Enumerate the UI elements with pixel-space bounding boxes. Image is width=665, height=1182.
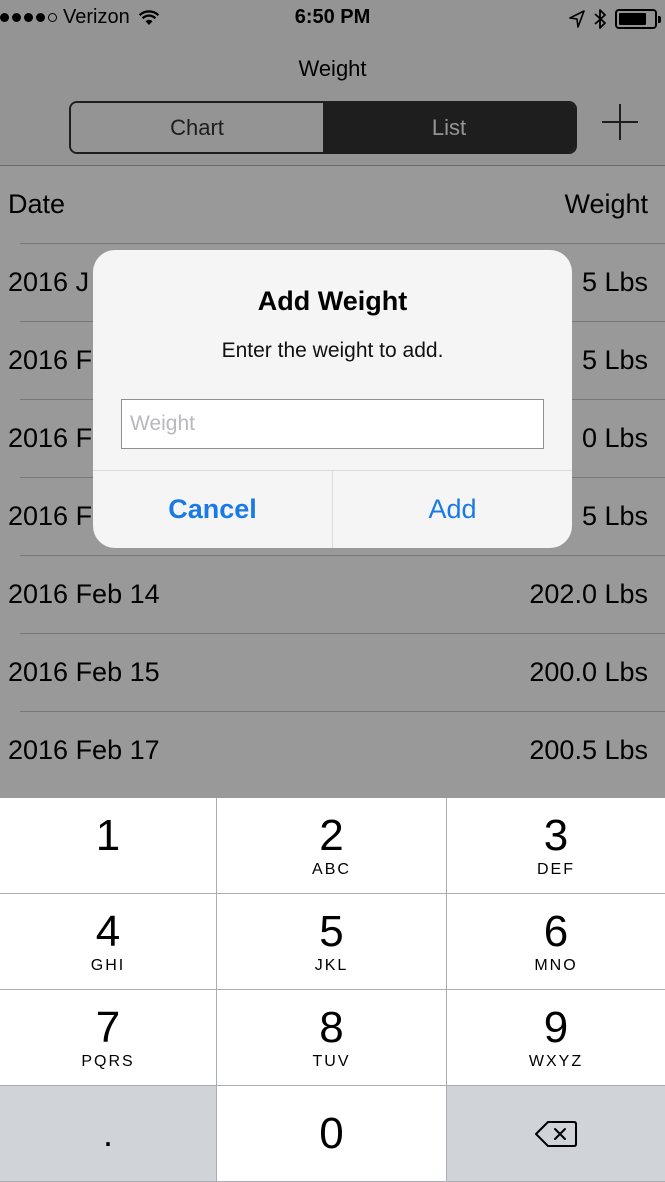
- key-5[interactable]: 5 JKL: [217, 894, 447, 990]
- key-letters: JKL: [314, 956, 349, 974]
- key-letters: WXYZ: [528, 1052, 584, 1070]
- key-number: .: [102, 1112, 113, 1154]
- dialog-title: Add Weight: [257, 286, 408, 316]
- key-9[interactable]: 9 WXYZ: [447, 990, 665, 1086]
- backspace-key[interactable]: [447, 1086, 665, 1182]
- key-number: 3: [543, 810, 569, 860]
- key-6[interactable]: 6 MNO: [447, 894, 665, 990]
- key-number: 6: [543, 906, 569, 956]
- key-number: 1: [95, 810, 121, 860]
- key-0[interactable]: 0: [217, 1086, 447, 1182]
- backspace-icon: [535, 1120, 577, 1147]
- key-number: 7: [95, 1002, 121, 1052]
- key-letters: ABC: [312, 860, 351, 878]
- dialog-message: Enter the weight to add.: [221, 339, 444, 362]
- key-number: 5: [319, 906, 344, 956]
- dialog-buttons: Cancel Add: [93, 470, 572, 548]
- key-letters: GHI: [90, 956, 126, 974]
- key-letters: DEF: [537, 860, 575, 878]
- key-letters: TUV: [312, 1052, 351, 1070]
- add-button[interactable]: Add: [333, 471, 572, 548]
- weight-input[interactable]: [121, 399, 544, 449]
- key-2[interactable]: 2 ABC: [217, 798, 447, 894]
- numeric-keypad: 1 2 ABC 3 DEF 4 GHI 5 JKL 6 MNO 7 PQRS 8…: [0, 798, 665, 1182]
- key-number: 0: [319, 1108, 344, 1158]
- key-number: 9: [543, 1002, 569, 1052]
- key-7[interactable]: 7 PQRS: [0, 990, 217, 1086]
- key-1[interactable]: 1: [0, 798, 217, 894]
- key-number: 4: [95, 906, 121, 956]
- key-number: 8: [319, 1002, 344, 1052]
- key-number: 2: [319, 810, 344, 860]
- key-letters: PQRS: [81, 1052, 135, 1070]
- key-4[interactable]: 4 GHI: [0, 894, 217, 990]
- key-8[interactable]: 8 TUV: [217, 990, 447, 1086]
- key-3[interactable]: 3 DEF: [447, 798, 665, 894]
- add-weight-dialog: Add Weight Enter the weight to add. Canc…: [93, 250, 572, 548]
- key-letters: MNO: [534, 956, 578, 974]
- key-decimal[interactable]: .: [0, 1086, 217, 1182]
- cancel-button[interactable]: Cancel: [93, 471, 333, 548]
